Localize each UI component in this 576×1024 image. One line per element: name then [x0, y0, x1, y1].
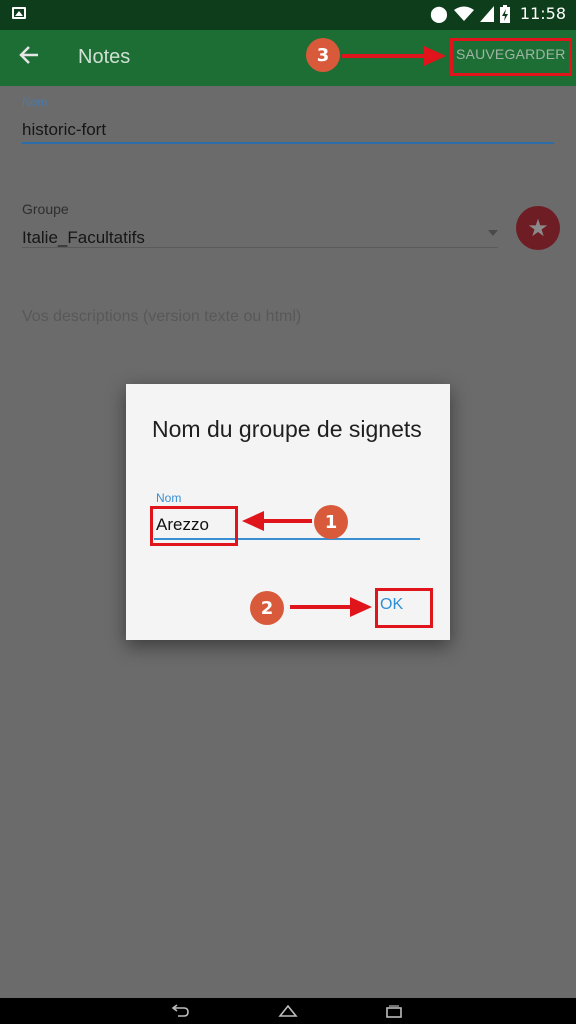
back-nav-icon[interactable] — [170, 1004, 190, 1018]
arrow-step1 — [242, 511, 312, 531]
step-1-badge: 1 — [314, 505, 348, 539]
navigation-bar — [0, 998, 576, 1024]
home-nav-icon[interactable] — [278, 1004, 298, 1018]
recents-nav-icon[interactable] — [384, 1004, 404, 1018]
step-2-badge: 2 — [250, 591, 284, 625]
annotation-arrows — [242, 46, 446, 617]
arrow-step2 — [290, 597, 372, 617]
step-3-badge: 3 — [306, 38, 340, 72]
arrow-step3 — [342, 46, 446, 66]
